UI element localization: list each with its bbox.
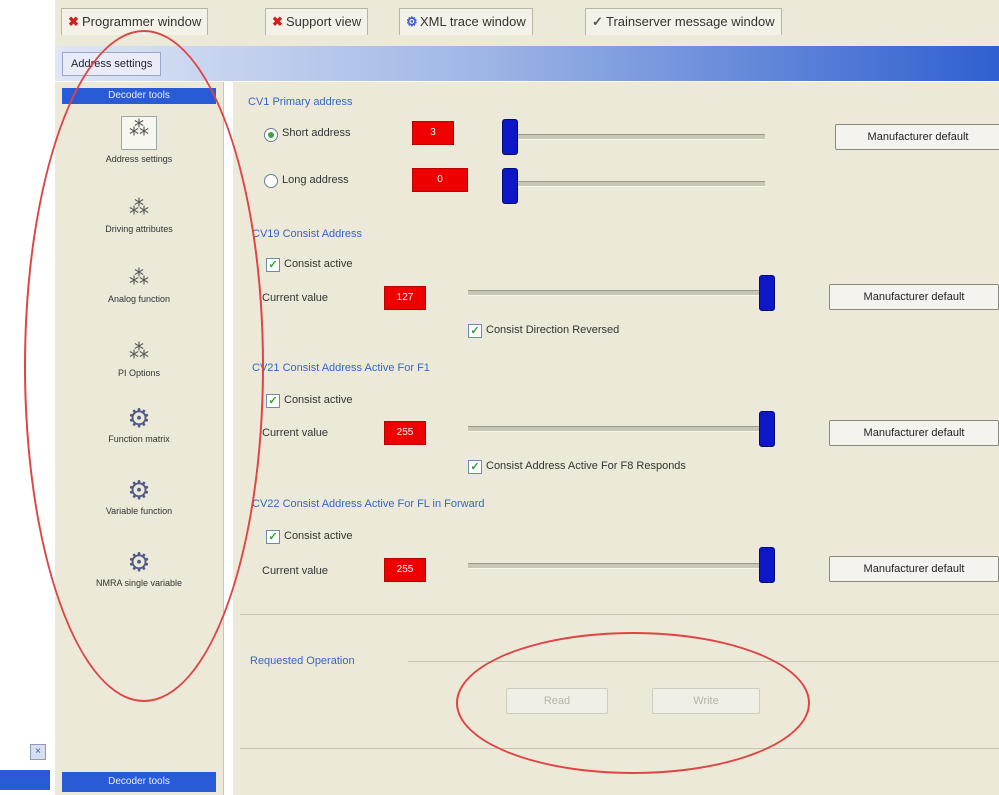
sidebar-item-label: Function matrix xyxy=(108,434,170,444)
function-icon: ⚙ xyxy=(127,475,151,505)
short-address-slider-track[interactable] xyxy=(505,134,765,140)
consist-fl-active-checkbox[interactable]: ✓ xyxy=(266,530,280,544)
divider xyxy=(240,748,999,749)
tab-label: Support view xyxy=(286,14,362,29)
tab-label: Trainserver message window xyxy=(606,14,775,29)
function-icon: ⚙ xyxy=(127,403,151,433)
current-value-label: Current value xyxy=(262,427,329,439)
consist-fl-current-value[interactable]: 255 xyxy=(384,558,426,582)
consist-fl-title: CV22 Consist Address Active For FL in Fo… xyxy=(252,498,485,510)
consist-direction-reversed-label: Consist Direction Reversed xyxy=(486,324,620,336)
consist-f1-slider-track[interactable] xyxy=(468,426,770,432)
sidebar-item-analog-function[interactable]: ⁂ Analog function xyxy=(62,266,216,304)
tab-trainserver-message-window[interactable]: ✓ Trainserver message window xyxy=(585,8,782,35)
consist-slider-thumb[interactable] xyxy=(759,275,775,311)
consist-fl-default-button[interactable]: Manufacturer default xyxy=(829,556,999,582)
tab-support-view[interactable]: ✖ Support view xyxy=(265,8,369,35)
consist-f1-title: CV21 Consist Address Active For F1 xyxy=(252,362,430,374)
consist-f1-default-button[interactable]: Manufacturer default xyxy=(829,420,999,446)
primary-address-default-button[interactable]: Manufacturer default xyxy=(835,124,999,150)
tab-xml-trace-window[interactable]: ⚙ XML trace window xyxy=(399,8,533,35)
consist-active-label: Consist active xyxy=(284,258,353,270)
tab-label: Programmer window xyxy=(82,14,202,29)
read-button[interactable]: Read xyxy=(506,688,608,714)
current-value-label: Current value xyxy=(262,292,329,304)
check-icon: ✓ xyxy=(592,14,603,29)
consist-direction-reversed-checkbox[interactable]: ✓ xyxy=(468,324,482,338)
function-icon: ⚙ xyxy=(127,547,151,577)
decoder-icon: ⁂ xyxy=(129,267,149,289)
sidebar-item-variable-function[interactable]: ⚙ Variable function xyxy=(62,475,216,516)
consist-fl-slider-track[interactable] xyxy=(468,563,770,569)
consist-f1-active-checkbox[interactable]: ✓ xyxy=(266,394,280,408)
settings-title[interactable]: Address settings xyxy=(62,52,162,76)
short-address-value[interactable]: 3 xyxy=(412,121,454,145)
consist-f1-active-label: Consist active xyxy=(284,394,353,406)
consist-f8-responds-label: Consist Address Active For F8 Responds xyxy=(486,460,686,472)
divider xyxy=(408,661,999,662)
sidebar-item-pi-options[interactable]: ⁂ PI Options xyxy=(62,340,216,378)
short-address-slider-thumb[interactable] xyxy=(502,119,518,155)
sidebar-item-driving-attributes[interactable]: ⁂ Driving attributes xyxy=(62,196,216,234)
decoder-icon: ⁂ xyxy=(121,116,157,150)
requested-operation-title: Requested Operation xyxy=(250,655,355,667)
sidebar-item-label: PI Options xyxy=(117,368,161,378)
section-header-bar xyxy=(55,46,999,81)
sidebar-footer[interactable]: Decoder tools xyxy=(62,772,216,792)
current-value-label: Current value xyxy=(262,565,329,577)
consist-default-button[interactable]: Manufacturer default xyxy=(829,284,999,310)
long-address-value[interactable]: 0 xyxy=(412,168,468,192)
decoder-icon: ⁂ xyxy=(129,197,149,219)
divider xyxy=(240,614,999,615)
close-icon[interactable]: ✖ xyxy=(68,9,79,35)
short-address-radio[interactable] xyxy=(264,128,278,142)
sidebar-item-label: Analog function xyxy=(107,294,171,304)
close-icon[interactable]: × xyxy=(30,744,46,760)
sidebar-header[interactable]: Decoder tools xyxy=(62,88,216,104)
long-address-radio[interactable] xyxy=(264,174,278,188)
decoder-icon: ⁂ xyxy=(129,341,149,363)
consist-address-title: CV19 Consist Address xyxy=(252,228,363,240)
tab-label: XML trace window xyxy=(420,14,526,29)
consist-current-value[interactable]: 127 xyxy=(384,286,426,310)
tab-programmer-window[interactable]: ✖ Programmer window xyxy=(61,8,209,35)
primary-address-title: CV1 Primary address xyxy=(248,96,353,108)
sidebar-item-label: Address settings xyxy=(105,154,173,164)
consist-slider-track[interactable] xyxy=(468,290,770,296)
sidebar-item-address-settings[interactable]: ⁂ Address settings xyxy=(62,116,216,164)
consist-fl-active-label: Consist active xyxy=(284,530,353,542)
sidebar-item-nmra-single-variable[interactable]: ⚙ NMRA single variable xyxy=(62,547,216,588)
close-icon[interactable]: ✖ xyxy=(272,9,283,35)
consist-f1-slider-thumb[interactable] xyxy=(759,411,775,447)
sidebar-item-label: Driving attributes xyxy=(105,224,173,234)
short-address-label: Short address xyxy=(282,127,351,139)
long-address-slider-thumb[interactable] xyxy=(502,168,518,204)
tab-bar: ✖ Programmer window ✖ Support view ⚙ XML tr… xyxy=(55,0,999,47)
consist-active-checkbox[interactable]: ✓ xyxy=(266,258,280,272)
consist-f1-current-value[interactable]: 255 xyxy=(384,421,426,445)
write-button[interactable]: Write xyxy=(652,688,760,714)
sidebar-item-function-matrix[interactable]: ⚙ Function matrix xyxy=(62,403,216,444)
gear-icon: ⚙ xyxy=(406,14,418,29)
sidebar-item-label: NMRA single variable xyxy=(95,578,183,588)
side-panel-fragment: × xyxy=(0,738,50,795)
side-panel-bar xyxy=(0,770,50,790)
sidebar-item-label: Variable function xyxy=(105,506,173,516)
long-address-slider-track[interactable] xyxy=(505,181,765,187)
long-address-label: Long address xyxy=(282,174,349,186)
consist-fl-slider-thumb[interactable] xyxy=(759,547,775,583)
consist-f8-responds-checkbox[interactable]: ✓ xyxy=(468,460,482,474)
